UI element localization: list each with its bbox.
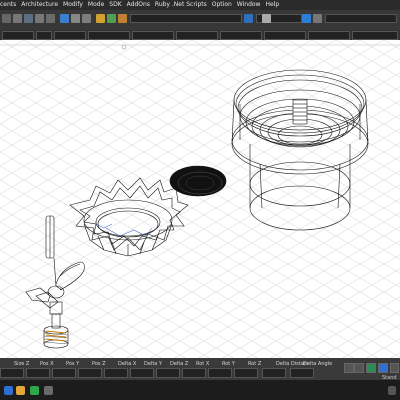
rot-y-input[interactable] [208,368,232,378]
layer-dropdown[interactable] [130,14,242,23]
move-icon[interactable] [24,14,33,23]
start-icon[interactable] [4,386,13,395]
delta-y-input[interactable] [130,368,154,378]
menu-help[interactable]: Help [265,0,279,10]
option-field-1[interactable] [2,31,34,40]
size-z-input[interactable] [0,368,24,378]
pointer-icon[interactable] [13,14,22,23]
linetype-icon[interactable] [313,14,322,23]
menu-window[interactable]: Window [237,0,261,10]
label-delta-angle: Delta Angle [303,361,333,367]
app-icon-1[interactable] [30,386,39,395]
option-field-5[interactable] [132,31,174,40]
label-pos-y: Pos Y [66,361,80,367]
option-field-6[interactable] [176,31,218,40]
rot-z-input[interactable] [234,368,258,378]
snap-toggle-icon[interactable] [344,363,354,373]
menu-modify[interactable]: Modify [63,0,83,10]
rotate-icon[interactable] [35,14,44,23]
select-icon[interactable] [2,14,11,23]
tray-icon[interactable] [388,386,396,395]
delta-angle-input[interactable] [290,368,314,378]
option-field-8[interactable] [264,31,306,40]
render-icon[interactable] [96,14,105,23]
label-rot-y: Rot Y [222,361,235,367]
label-size-z: Size Z [14,361,30,367]
menu-cents[interactable]: cents [0,0,16,10]
label-delta-x: Delta X [118,361,137,367]
view-icon[interactable] [82,14,91,23]
ortho-toggle-icon[interactable] [354,363,364,373]
label-rot-z: Rot Z [248,361,262,367]
option-field-3[interactable] [54,31,86,40]
menu-sdk[interactable]: SDK [109,0,121,10]
light-icon[interactable] [118,14,127,23]
disk-model [169,165,227,197]
property-icon[interactable] [262,14,271,23]
view-toggle-icon[interactable] [378,363,388,373]
label-pos-z: Pos Z [92,361,106,367]
option-field-4[interactable] [88,31,130,40]
delta-x-input[interactable] [104,368,128,378]
label-delta-y: Delta Y [144,361,162,367]
taskbar [0,380,400,400]
menu-ruby-net-scripts[interactable]: Ruby .Net Scripts [155,0,207,10]
delta-z-input[interactable] [156,368,180,378]
app-icon-2[interactable] [44,386,53,395]
menu-mode[interactable]: Mode [88,0,104,10]
label-rot-x: Rot X [196,361,210,367]
pos-z-input[interactable] [78,368,102,378]
label-delta-z: Delta Z [170,361,189,367]
linetype-dropdown[interactable] [325,14,397,23]
pos-y-input[interactable] [52,368,76,378]
option-field-10[interactable] [352,31,398,40]
settings-toggle-icon[interactable] [390,363,399,373]
menu-bar: cents Architecture Modify Mode SDK AddOn… [0,0,400,10]
color-icon[interactable] [302,14,311,23]
option-field-7[interactable] [220,31,262,40]
pos-x-input[interactable] [26,368,50,378]
material-icon[interactable] [107,14,116,23]
grid-toggle-icon[interactable] [366,363,376,373]
grid-icon[interactable] [60,14,69,23]
scale-icon[interactable] [46,14,55,23]
option-field-2[interactable] [36,31,52,40]
label-pos-x: Pos X [40,361,54,367]
rot-x-input[interactable] [182,368,206,378]
snap-icon[interactable] [71,14,80,23]
delta-distance-input[interactable] [262,368,286,378]
iso-grid [0,40,400,358]
option-field-9[interactable] [308,31,350,40]
menu-addons[interactable]: AddOns [127,0,150,10]
menu-option[interactable]: Option [212,0,232,10]
files-icon[interactable] [16,386,25,395]
menu-architecture[interactable]: Architecture [21,0,58,10]
layer-add-icon[interactable] [244,14,253,23]
drawing-viewport[interactable] [0,40,400,358]
